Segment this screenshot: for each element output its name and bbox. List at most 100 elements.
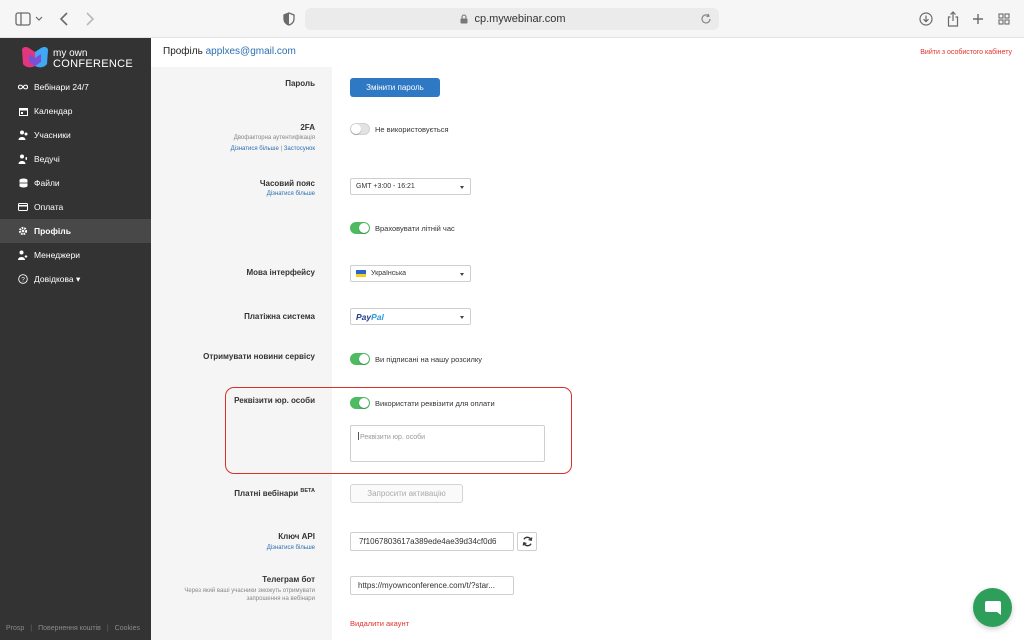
back-icon[interactable]	[58, 10, 70, 28]
language-label: Мова інтерфейсу	[246, 268, 315, 277]
change-password-button[interactable]: Змінити пароль	[350, 78, 440, 97]
tab-overview-icon[interactable]	[997, 10, 1011, 28]
paid-webinars-label: Платні вебінари BETA	[234, 488, 315, 498]
sidebar-item-label: Менеджери	[34, 250, 80, 260]
api-key-value: 7f1067803617a389ede4ae39d34cf0d6	[359, 537, 497, 546]
sidebar-item-label: Календар	[34, 106, 73, 116]
browser-toolbar: cp.mywebinar.com	[0, 0, 1024, 38]
chevron-down-icon	[460, 316, 464, 319]
logout-link[interactable]: Вийти з особистого кабінету	[920, 49, 1012, 56]
sidebar-item-calendar[interactable]: Календар	[0, 99, 151, 123]
timezone-learn-more-link[interactable]: Дізнатися більше	[267, 191, 315, 197]
new-tab-icon[interactable]	[971, 10, 985, 28]
sidebar-item-label: Вебінари 24/7	[34, 82, 89, 92]
sidebar-item-help[interactable]: ? Довідкова ▾	[0, 267, 151, 291]
paypal-logo: PayPal	[356, 311, 384, 322]
payment-system-label: Платіжна система	[244, 312, 315, 321]
api-learn-more-link[interactable]: Дізнатися більше	[267, 545, 315, 551]
telegram-description: Через який ваші учасники зможуть отримув…	[184, 588, 315, 602]
privacy-shield-icon[interactable]	[282, 10, 296, 28]
refresh-api-key-button[interactable]	[517, 532, 537, 551]
footer-separator: |	[30, 625, 33, 632]
chevron-down-icon	[460, 186, 464, 189]
page-title: Профіль applxes@gmail.com	[163, 46, 296, 57]
forward-icon[interactable]	[84, 10, 96, 28]
managers-icon	[18, 250, 28, 260]
timezone-select[interactable]: GMT +3:00 - 16:21	[350, 178, 471, 195]
password-label: Пароль	[285, 79, 315, 88]
dst-label: Враховувати літній час	[375, 224, 455, 233]
timezone-label: Часовий пояс	[259, 179, 315, 188]
svg-text:?: ?	[21, 276, 25, 283]
paid-webinars-label-text: Платні вебінари	[234, 489, 299, 498]
download-icon[interactable]	[918, 10, 934, 28]
twofa-learn-more-link[interactable]: Дізнатися більше	[231, 146, 279, 152]
telegram-bot-value: https://myownconference.com/t/?star...	[358, 581, 495, 590]
lock-icon	[460, 14, 468, 24]
sidebar-nav: Вебінари 24/7 Календар Учасники Ведучі Ф…	[0, 75, 151, 291]
news-status: Ви підписані на нашу розсилку	[375, 355, 483, 364]
page-header: Профіль applxes@gmail.com Вийти з особис…	[151, 38, 1024, 67]
sidebar-item-label: Учасники	[34, 130, 71, 140]
dst-toggle[interactable]	[350, 222, 370, 234]
sidebar-item-label: Ведучі	[34, 154, 60, 164]
twofa-toggle[interactable]	[350, 123, 370, 135]
news-label: Отримувати новини сервісу	[203, 352, 315, 361]
sidebar-item-managers[interactable]: Менеджери	[0, 243, 151, 267]
sidebar-item-label: Профіль	[34, 226, 71, 236]
share-icon[interactable]	[945, 10, 961, 28]
twofa-link-separator: |	[280, 146, 283, 152]
infinity-icon	[18, 82, 28, 92]
page-title-text: Профіль	[163, 46, 203, 57]
gear-icon	[18, 226, 28, 236]
twofa-label: 2FA	[300, 123, 315, 132]
twofa-status: Не використовується	[375, 125, 449, 134]
api-key-label: Ключ API	[278, 532, 315, 541]
user-email[interactable]: applxes@gmail.com	[206, 46, 296, 57]
sidebar-item-label: Довідкова ▾	[34, 273, 81, 284]
language-value: Українська	[371, 270, 407, 277]
reload-icon[interactable]	[699, 12, 713, 26]
help-icon: ?	[18, 274, 28, 284]
participants-icon	[18, 130, 28, 140]
chevron-down-icon	[460, 273, 464, 276]
chat-bubble-icon	[984, 600, 1001, 615]
sidebar-item-presenters[interactable]: Ведучі	[0, 147, 151, 171]
sidebar-item-label: Файли	[34, 178, 60, 188]
files-icon	[18, 178, 28, 188]
toggle-knob	[359, 223, 369, 233]
presenter-icon	[18, 154, 28, 164]
sidebar-item-files[interactable]: Файли	[0, 171, 151, 195]
telegram-bot-field[interactable]: https://myownconference.com/t/?star...	[350, 576, 514, 595]
sidebar-item-payment[interactable]: Оплата	[0, 195, 151, 219]
api-key-field[interactable]: 7f1067803617a389ede4ae39d34cf0d6	[350, 532, 514, 551]
chat-widget-button[interactable]	[973, 588, 1012, 627]
sidebar-footer: Prosp | Повернення коштів | Cookies	[6, 625, 140, 632]
toggle-knob	[359, 354, 369, 364]
twofa-app-link[interactable]: Застосунок	[284, 146, 315, 152]
beta-badge: BETA	[300, 488, 315, 494]
card-icon	[18, 202, 28, 212]
news-toggle[interactable]	[350, 353, 370, 365]
url-text: cp.mywebinar.com	[474, 13, 566, 25]
footer-link[interactable]: Cookies	[115, 625, 140, 632]
sidebar-item-participants[interactable]: Учасники	[0, 123, 151, 147]
request-activation-button[interactable]: Запросити активацію	[350, 484, 463, 503]
sidebar-toggle-icon[interactable]	[14, 10, 44, 28]
refresh-icon	[522, 536, 532, 547]
sidebar-item-profile[interactable]: Профіль	[0, 219, 151, 243]
payment-system-select[interactable]: PayPal	[350, 308, 471, 325]
delete-account-link[interactable]: Видалити акаунт	[350, 619, 409, 628]
footer-link[interactable]: Повернення коштів	[38, 625, 101, 632]
address-bar[interactable]: cp.mywebinar.com	[305, 8, 719, 30]
highlight-annotation	[225, 387, 572, 474]
twofa-links: Дізнатися більше | Застосунок	[231, 146, 315, 152]
ukraine-flag-icon	[356, 270, 366, 277]
footer-link[interactable]: Prosp	[6, 625, 24, 632]
logo[interactable]: my own CONFERENCE	[20, 46, 140, 70]
timezone-value: GMT +3:00 - 16:21	[356, 183, 415, 190]
sidebar-item-webinars-24-7[interactable]: Вебінари 24/7	[0, 75, 151, 99]
footer-separator: |	[106, 625, 109, 632]
sidebar-item-label: Оплата	[34, 202, 64, 212]
language-select[interactable]: Українська	[350, 265, 471, 282]
